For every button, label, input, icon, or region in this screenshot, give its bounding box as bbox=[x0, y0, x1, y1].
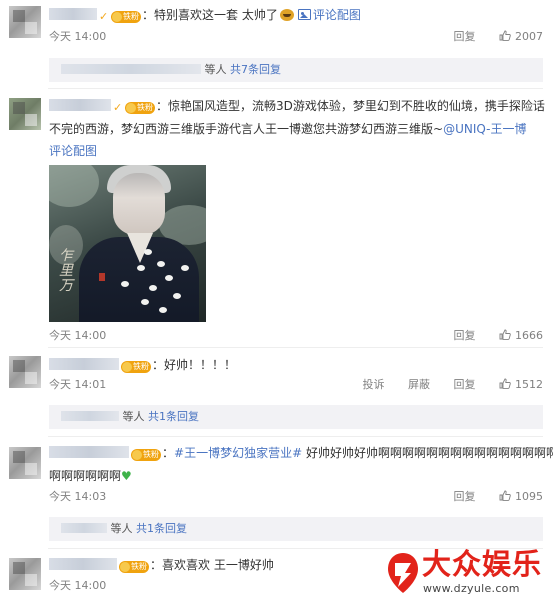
comment-text-line: 铁粉 ：#王一博梦幻独家营业# 好帅好帅好帅啊啊啊啊啊啊啊啊啊啊啊啊啊啊啊啊 bbox=[49, 443, 553, 463]
comment-actions: 回复 1095 bbox=[434, 487, 544, 507]
fan-badge: 铁粉 bbox=[111, 11, 141, 23]
vip-check-icon: ✓ bbox=[99, 10, 109, 23]
report-button[interactable]: 投诉 bbox=[363, 375, 385, 395]
reply-button[interactable]: 回复 bbox=[454, 487, 476, 507]
username-blurred[interactable] bbox=[49, 8, 97, 20]
comment-actions: 回复 1666 bbox=[434, 326, 544, 346]
fan-badge: 铁粉 bbox=[119, 561, 149, 573]
replier-names-blurred bbox=[61, 523, 107, 533]
like-button[interactable]: 1095 bbox=[499, 487, 543, 507]
thumbs-up-icon bbox=[499, 490, 511, 501]
comment-image-link[interactable]: 评论配图 bbox=[49, 144, 97, 158]
comment-text: ：喜欢喜欢 王一博好帅 bbox=[150, 558, 274, 572]
comment-actions: 回复 2007 bbox=[434, 27, 544, 47]
comment-text-line: 啊啊啊啊啊啊♥ bbox=[49, 466, 545, 486]
username-blurred[interactable] bbox=[49, 358, 119, 370]
like-count: 1512 bbox=[515, 378, 543, 391]
divider bbox=[48, 436, 543, 437]
replies-prefix: 等人 bbox=[204, 63, 227, 76]
comment-text-line-2: 啊啊啊啊啊啊 bbox=[49, 469, 122, 483]
reply-button[interactable]: 回复 bbox=[454, 375, 476, 395]
timestamp: 今天 14:03 bbox=[49, 490, 107, 503]
reply-button[interactable]: 回复 bbox=[454, 326, 476, 346]
replies-count-link[interactable]: 共1条回复 bbox=[136, 522, 187, 535]
replies-count-link[interactable]: 共7条回复 bbox=[230, 63, 281, 76]
replies-prefix: 等人 bbox=[122, 410, 145, 423]
username-blurred[interactable] bbox=[49, 558, 117, 570]
comment-meta: 今天 14:01 投诉 屏蔽 回复 1512 bbox=[49, 375, 543, 395]
thumbs-up-icon bbox=[499, 30, 511, 41]
avatar[interactable] bbox=[9, 356, 41, 388]
comment-image-link[interactable]: 评论配图 bbox=[313, 8, 361, 22]
comment-photo[interactable]: 乍里万 bbox=[49, 165, 206, 322]
timestamp: 今天 14:00 bbox=[49, 329, 107, 342]
username-blurred[interactable] bbox=[49, 446, 129, 458]
like-count: 2007 bbox=[515, 30, 543, 43]
replies-summary[interactable]: 等人 共1条回复 bbox=[49, 517, 543, 541]
comment-text-line-2: 不完的西游，梦幻西游三维版手游代言人王一博邀您共游梦幻西游三维版~ bbox=[49, 122, 444, 136]
comment-actions: 投诉 屏蔽 回复 1512 bbox=[343, 375, 544, 395]
divider bbox=[48, 88, 543, 89]
block-button[interactable]: 屏蔽 bbox=[408, 375, 430, 395]
comment-text-line: 评论配图 bbox=[49, 141, 545, 161]
vip-check-icon: ✓ bbox=[113, 101, 123, 114]
timestamp: 今天 14:00 bbox=[49, 579, 107, 592]
calligraphy-decoration: 乍里万 bbox=[59, 248, 73, 294]
replies-prefix: 等人 bbox=[110, 522, 133, 535]
watermark-brand: 大众娱乐 bbox=[422, 547, 543, 581]
username-blurred[interactable] bbox=[49, 99, 111, 111]
comment-text: ：好帅！！！！ bbox=[152, 358, 237, 372]
avatar[interactable] bbox=[9, 6, 41, 38]
comment-text-line-1: ：惊艳国风造型，流畅3D游戏体验，梦里幻到不胜收的仙境，携手探险话 bbox=[156, 99, 545, 113]
like-count: 1095 bbox=[515, 490, 543, 503]
comment-text: 好帅好帅好帅啊啊啊啊啊啊啊啊啊啊啊啊啊啊啊啊 bbox=[302, 446, 553, 460]
like-button[interactable]: 2007 bbox=[499, 27, 543, 47]
comment-text: ：特别喜欢这一套 太帅了 bbox=[142, 8, 278, 22]
replier-names-blurred bbox=[61, 64, 201, 74]
comment-text-line: ✓ 铁粉 ：特别喜欢这一套 太帅了 评论配图 bbox=[49, 5, 545, 25]
comment-meta: 今天 14:03 回复 1095 bbox=[49, 487, 543, 507]
thumbs-up-icon bbox=[499, 378, 511, 389]
topic-hashtag-link[interactable]: #王一博梦幻独家营业# bbox=[174, 446, 302, 460]
fan-badge: 铁粉 bbox=[131, 449, 161, 461]
like-button[interactable]: 1512 bbox=[499, 375, 543, 395]
avatar[interactable] bbox=[9, 98, 41, 130]
timestamp: 今天 14:00 bbox=[49, 30, 107, 43]
replier-names-blurred bbox=[61, 411, 119, 421]
watermark-url: www.dzyule.com bbox=[423, 582, 520, 595]
divider bbox=[48, 347, 543, 348]
comment-text-line: 不完的西游，梦幻西游三维版手游代言人王一博邀您共游梦幻西游三维版~@UNIQ-王… bbox=[49, 119, 545, 139]
comment-text-line: ✓ 铁粉 ：惊艳国风造型，流畅3D游戏体验，梦里幻到不胜收的仙境，携手探险话 bbox=[49, 96, 545, 116]
comment-text-line: 铁粉 ：好帅！！！！ bbox=[49, 355, 545, 375]
mention-link[interactable]: @UNIQ-王一博 bbox=[443, 122, 526, 136]
comment-meta: 今天 14:00 回复 1666 bbox=[49, 326, 543, 346]
avatar[interactable] bbox=[9, 447, 41, 479]
timestamp: 今天 14:01 bbox=[49, 378, 107, 391]
replies-count-link[interactable]: 共1条回复 bbox=[148, 410, 199, 423]
avatar[interactable] bbox=[9, 558, 41, 590]
replies-summary[interactable]: 等人 共1条回复 bbox=[49, 405, 543, 429]
like-count: 1666 bbox=[515, 329, 543, 342]
reply-button[interactable]: 回复 bbox=[454, 27, 476, 47]
fan-badge: 铁粉 bbox=[125, 102, 155, 114]
fan-badge: 铁粉 bbox=[121, 361, 151, 373]
dzyule-logo-icon bbox=[388, 553, 418, 593]
comment-meta: 今天 14:00 回复 2007 bbox=[49, 27, 543, 47]
thumbs-up-icon bbox=[499, 329, 511, 340]
like-button[interactable]: 1666 bbox=[499, 326, 543, 346]
laughing-emoji-icon bbox=[279, 9, 294, 21]
green-heart-icon: ♥ bbox=[121, 469, 132, 483]
image-icon[interactable] bbox=[297, 9, 311, 20]
replies-summary[interactable]: 等人 共7条回复 bbox=[49, 58, 543, 82]
